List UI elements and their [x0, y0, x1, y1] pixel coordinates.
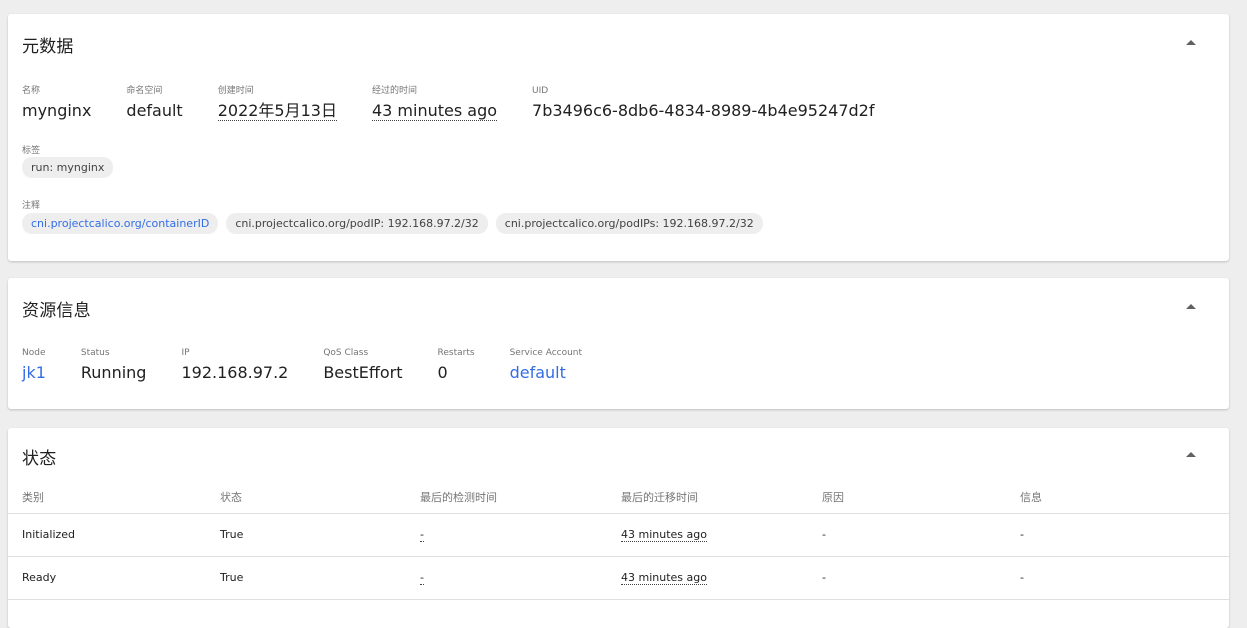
metadata-fields: 名称 mynginx 命名空间 default 创建时间 2022年5月13日 …: [22, 86, 909, 121]
meta-age: 经过的时间 43 minutes ago: [371, 86, 498, 121]
resource-fields: Node jk1 Status Running IP 192.168.97.2 …: [22, 348, 617, 383]
cell-type: Initialized: [22, 528, 76, 541]
res-qos-value: BestEffort: [323, 363, 403, 382]
header-status: 状态: [220, 491, 242, 504]
cell-status: True: [220, 528, 244, 541]
res-status-value: Running: [80, 363, 147, 382]
meta-created-value[interactable]: 2022年5月13日: [217, 101, 337, 121]
cell-status: True: [220, 571, 244, 584]
table-row: Initialized True - 43 minutes ago - -: [8, 514, 1229, 557]
cell-last-probe: -: [420, 557, 424, 599]
res-qos-label: QoS Class: [323, 348, 369, 358]
metadata-card: 元数据 名称 mynginx 命名空间 default 创建时间 2022年5月…: [8, 14, 1229, 261]
cell-last-probe-value[interactable]: -: [420, 528, 424, 542]
conditions-title: 状态: [22, 449, 57, 469]
labels-chips: run: mynginx: [22, 157, 121, 178]
res-restarts: Restarts 0: [438, 348, 475, 383]
meta-uid: UID 7b3496c6-8db6-4834-8989-4b4e95247d2f: [532, 86, 874, 121]
res-restarts-value: 0: [437, 363, 448, 382]
res-ip-value: 192.168.97.2: [181, 363, 289, 382]
res-restarts-label: Restarts: [437, 348, 475, 358]
cell-message: -: [1020, 571, 1024, 584]
header-last-transition: 最后的迁移时间: [621, 491, 698, 504]
res-status: Status Running: [81, 348, 147, 383]
cell-last-transition-value[interactable]: 43 minutes ago: [621, 571, 707, 585]
cell-last-probe: -: [420, 514, 424, 556]
resource-collapse-button[interactable]: [1183, 298, 1199, 314]
res-service-account: Service Account default: [510, 348, 582, 383]
res-ip: IP 192.168.97.2: [181, 348, 288, 383]
cell-last-transition-value[interactable]: 43 minutes ago: [621, 528, 707, 542]
annotation-chip-podips: cni.projectcalico.org/podIPs: 192.168.97…: [495, 213, 763, 234]
conditions-table: 类别 状态 最后的检测时间 最后的迁移时间 原因 信息 Initialized …: [8, 482, 1229, 600]
cell-last-probe-value[interactable]: -: [420, 571, 424, 585]
table-row: Ready True - 43 minutes ago - -: [8, 557, 1229, 600]
meta-uid-label: UID: [532, 86, 549, 96]
meta-uid-value: 7b3496c6-8db6-4834-8989-4b4e95247d2f: [532, 101, 875, 120]
meta-created-label: 创建时间: [217, 86, 254, 96]
header-reason: 原因: [822, 491, 844, 504]
meta-created: 创建时间 2022年5月13日: [217, 86, 337, 121]
meta-namespace-label: 命名空间: [126, 86, 163, 96]
annotation-chip-containerid[interactable]: cni.projectcalico.org/containerID: [22, 213, 219, 234]
conditions-card: 状态 类别 状态 最后的检测时间 最后的迁移时间 原因 信息 Initializ…: [8, 428, 1229, 628]
cell-last-transition: 43 minutes ago: [621, 514, 707, 556]
label-chip: run: mynginx: [22, 157, 114, 178]
node-link[interactable]: jk1: [22, 363, 46, 383]
annotations-title: 注释: [22, 201, 41, 211]
meta-name: 名称 mynginx: [22, 86, 91, 121]
annotation-chip-podip: cni.projectcalico.org/podIP: 192.168.97.…: [226, 213, 488, 234]
res-status-label: Status: [80, 348, 110, 358]
cell-last-transition: 43 minutes ago: [621, 557, 707, 599]
cell-reason: -: [822, 528, 826, 541]
meta-namespace: 命名空间 default: [126, 86, 182, 121]
res-node: Node jk1: [22, 348, 46, 383]
labels-title: 标签: [22, 146, 41, 156]
meta-namespace-value: default: [126, 101, 183, 120]
meta-age-label: 经过的时间: [371, 86, 417, 96]
meta-name-value: mynginx: [22, 101, 92, 120]
res-node-label: Node: [22, 348, 46, 358]
resource-title: 资源信息: [22, 301, 91, 321]
res-ip-label: IP: [181, 348, 190, 358]
header-type: 类别: [22, 491, 44, 504]
annotations-chips: cni.projectcalico.org/containerID cni.pr…: [22, 213, 771, 234]
header-last-probe: 最后的检测时间: [420, 491, 497, 504]
cell-message: -: [1020, 528, 1024, 541]
chevron-up-icon: [1186, 304, 1196, 309]
chevron-up-icon: [1186, 40, 1196, 45]
cell-type: Ready: [22, 571, 57, 584]
res-service-account-label: Service Account: [509, 348, 583, 358]
cell-reason: -: [822, 571, 826, 584]
res-qos: QoS Class BestEffort: [323, 348, 402, 383]
metadata-title: 元数据: [22, 37, 74, 57]
resource-card: 资源信息 Node jk1 Status Running IP 192.168.…: [8, 278, 1229, 409]
table-header-row: 类别 状态 最后的检测时间 最后的迁移时间 原因 信息: [8, 482, 1229, 514]
meta-age-value[interactable]: 43 minutes ago: [371, 101, 498, 121]
chevron-up-icon: [1186, 452, 1196, 457]
meta-name-label: 名称: [22, 86, 41, 96]
metadata-collapse-button[interactable]: [1183, 34, 1199, 50]
service-account-link[interactable]: default: [510, 363, 582, 383]
conditions-collapse-button[interactable]: [1183, 446, 1199, 462]
header-message: 信息: [1020, 491, 1042, 504]
